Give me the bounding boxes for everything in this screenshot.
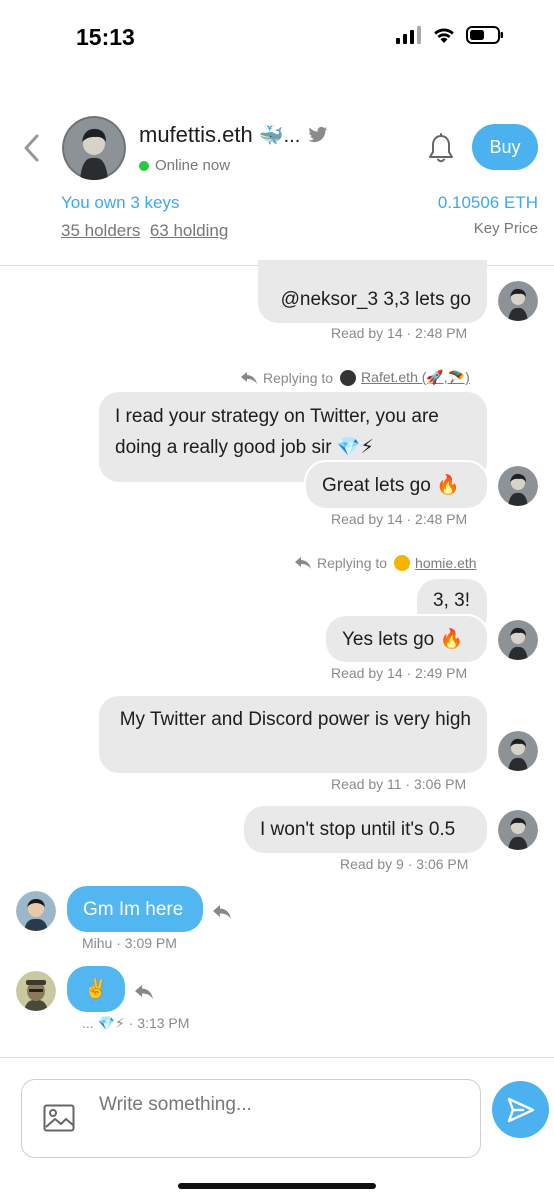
bell-icon[interactable] [427, 133, 455, 165]
reply-prefix: Replying to [263, 369, 334, 386]
sender-avatar[interactable] [498, 620, 538, 660]
reply-icon [295, 557, 311, 569]
reply-indicator[interactable]: Replying to Rafet.eth (🚀,🪂) [240, 369, 470, 386]
sender-avatar[interactable] [498, 466, 538, 506]
reply-handle[interactable]: Rafet.eth (🚀,🪂) [361, 369, 470, 386]
online-status-text: Online now [155, 157, 231, 174]
reply-icon[interactable] [134, 984, 154, 1000]
message-meta: Read by 11 · 3:06 PM [331, 776, 467, 792]
message-text: I won't stop until it's 0.5 [260, 819, 456, 840]
message-bubble[interactable]: @neksor_3 3,3 lets go [258, 260, 487, 323]
buy-button[interactable]: Buy [472, 124, 538, 170]
online-status: Online now [139, 157, 230, 174]
message-meta: Read by 9 · 3:06 PM [340, 856, 469, 872]
composer-divider [0, 1057, 554, 1058]
twitter-icon[interactable] [308, 126, 328, 144]
reply-avatar [394, 555, 411, 571]
sender-avatar[interactable] [498, 810, 538, 850]
message-text: Great lets go 🔥 [322, 475, 460, 496]
sender-avatar-mihu[interactable] [16, 891, 56, 931]
message-bubble[interactable]: I won't stop until it's 0.5 [244, 806, 487, 853]
message-meta: Mihu · 3:09 PM [82, 935, 177, 951]
quoted-message-text: I read your strategy on Twitter, you are… [115, 406, 439, 458]
back-chevron-icon[interactable] [20, 133, 44, 163]
reply-icon [241, 371, 257, 384]
online-dot [139, 160, 149, 171]
sender-avatar-ape[interactable] [16, 971, 56, 1011]
message-meta: ... 💎⚡ · 3:13 PM [82, 1015, 190, 1031]
reply-prefix: Replying to [317, 555, 388, 571]
reply-indicator[interactable]: Replying to homie.eth [294, 555, 477, 571]
home-indicator [178, 1183, 376, 1189]
whale-icon: 🐳... [258, 124, 301, 147]
holding-link[interactable]: 63 holding [150, 221, 228, 240]
sender-avatar[interactable] [498, 731, 538, 771]
reply-icon[interactable] [212, 904, 232, 920]
message-meta: Read by 14 · 2:49 PM [331, 665, 468, 681]
send-icon [507, 1097, 534, 1122]
battery-icon [466, 26, 503, 44]
incoming-message-bubble[interactable]: ✌️ [67, 966, 125, 1012]
message-text: ✌️ [84, 979, 108, 1000]
key-price-value: 0.10506 ETH [437, 193, 538, 212]
message-text: My Twitter and Discord power is very hig… [119, 709, 471, 730]
message-bubble[interactable]: Great lets go 🔥 [306, 462, 487, 508]
message-bubble[interactable]: My Twitter and Discord power is very hig… [99, 696, 487, 773]
incoming-message-bubble[interactable]: Gm Im here [67, 886, 203, 932]
quoted-message-text: 3, 3! [433, 590, 470, 611]
profile-name-text: mufettis.eth [139, 122, 253, 147]
message-text: Gm Im here [83, 899, 184, 920]
message-meta: Read by 14 · 2:48 PM [331, 325, 468, 341]
reply-handle[interactable]: homie.eth [415, 555, 476, 571]
send-button[interactable] [492, 1081, 549, 1138]
message-text: @neksor_3 3,3 lets go [280, 289, 471, 310]
image-icon[interactable] [43, 1104, 75, 1132]
holders-links: 35 holders 63 holding [61, 221, 228, 241]
message-text: Yes lets go 🔥 [342, 629, 464, 650]
reply-avatar [340, 369, 357, 386]
key-price-label: Key Price [473, 220, 538, 237]
sender-avatar[interactable] [498, 281, 538, 321]
wifi-icon [434, 28, 454, 43]
status-time: 15:13 [76, 24, 135, 50]
profile-avatar[interactable] [62, 116, 126, 180]
message-input[interactable] [99, 1090, 469, 1120]
status-icons [396, 26, 504, 44]
message-bubble[interactable]: Yes lets go 🔥 [326, 616, 487, 662]
signal-icon [396, 26, 421, 44]
message-composer [21, 1079, 481, 1158]
holders-link[interactable]: 35 holders [61, 221, 140, 240]
own-keys-text: You own 3 keys [61, 193, 180, 212]
message-meta: Read by 14 · 2:48 PM [331, 511, 468, 527]
profile-name: mufettis.eth 🐳... [139, 122, 328, 148]
